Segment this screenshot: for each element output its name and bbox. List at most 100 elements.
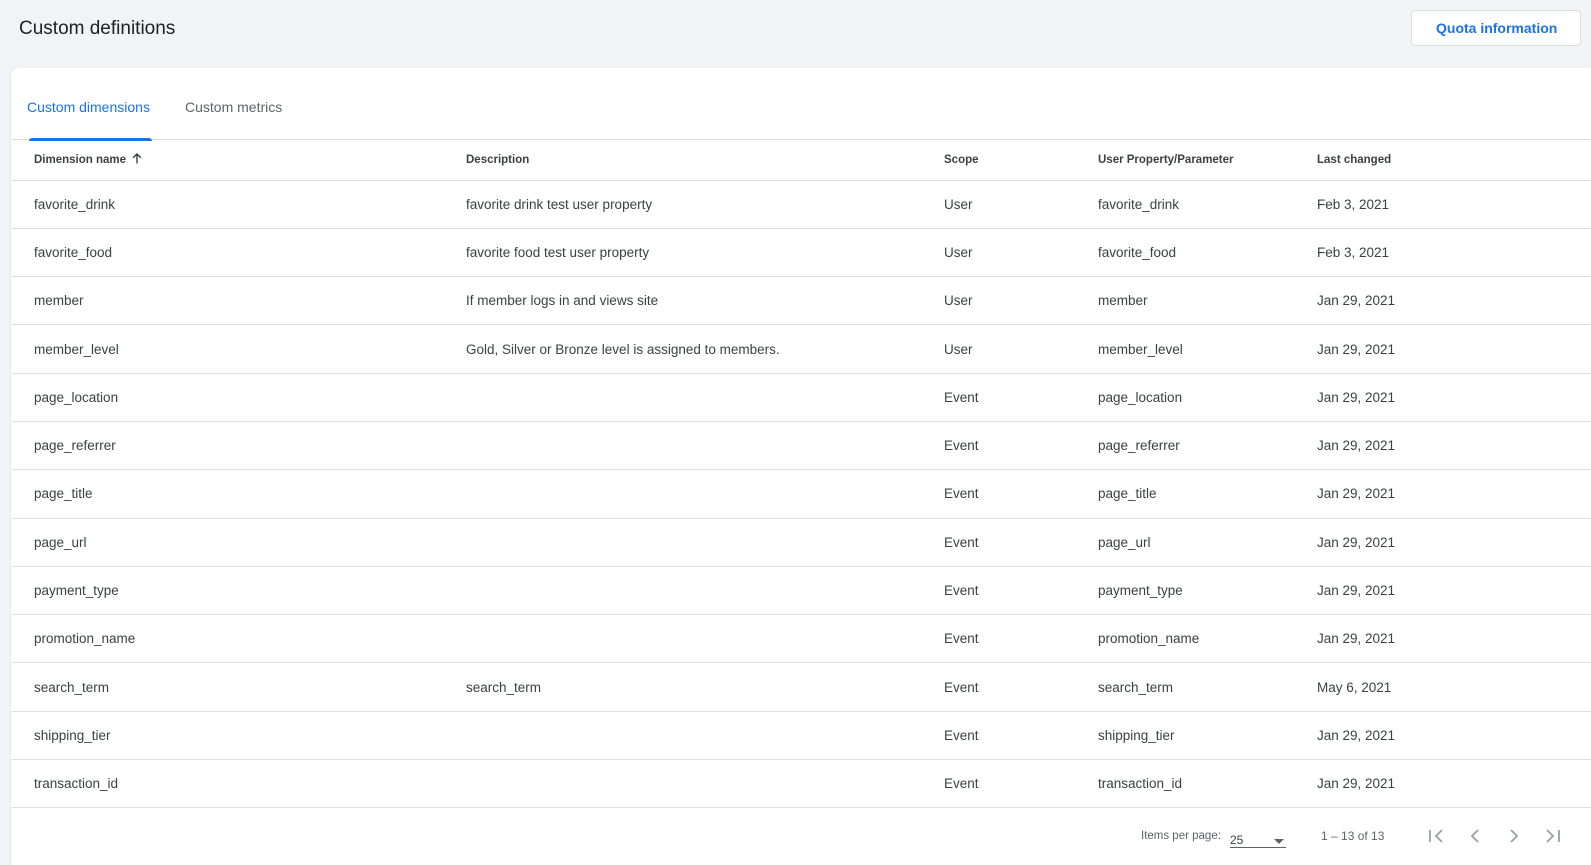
previous-page-button[interactable]: [1463, 824, 1487, 848]
user-property-cell: search_term: [1098, 662, 1317, 712]
column-header-description[interactable]: Description: [466, 140, 944, 181]
table-row[interactable]: payment_type Event payment_type Jan 29, 202…: [11, 566, 1591, 616]
description-cell: [466, 373, 944, 422]
scope-cell: User: [944, 228, 1098, 278]
description-cell: search_term: [466, 662, 944, 712]
page-title: Custom definitions: [19, 18, 176, 39]
last-changed-cell: Jan 29, 2021: [1317, 469, 1591, 519]
next-page-button[interactable]: [1502, 824, 1526, 848]
user-property-cell: transaction_id: [1098, 759, 1317, 809]
user-property-cell: member_level: [1098, 324, 1317, 374]
user-property-cell: promotion_name: [1098, 614, 1317, 664]
items-per-page-label: Items per page:: [1141, 830, 1221, 842]
scope-cell: Event: [944, 518, 1098, 567]
description-cell: favorite drink test user property: [466, 180, 944, 229]
scope-cell: Event: [944, 662, 1098, 712]
items-per-page-select[interactable]: 25: [1230, 826, 1286, 848]
last-changed-cell: Jan 29, 2021: [1317, 276, 1591, 326]
dimension-name-cell: favorite_food: [11, 228, 466, 278]
first-page-icon: [1424, 829, 1448, 851]
scope-cell: Event: [944, 711, 1098, 761]
description-cell: [466, 421, 944, 471]
tab-custom-dimensions[interactable]: Custom dimensions: [27, 68, 152, 141]
tab-custom-metrics[interactable]: Custom metrics: [185, 68, 282, 140]
description-cell: [466, 614, 944, 664]
description-cell: [466, 759, 944, 809]
column-header-scope[interactable]: Scope: [944, 140, 1098, 181]
user-property-cell: page_location: [1098, 373, 1317, 422]
column-header-last-changed[interactable]: Last changed: [1317, 140, 1591, 181]
dimensions-table: Dimension name Description Scope User Pr…: [11, 140, 1591, 809]
table-row[interactable]: page_url Event page_url Jan 29, 2021: [11, 518, 1591, 567]
dimension-name-cell: search_term: [11, 662, 466, 712]
column-header-dimension-name[interactable]: Dimension name: [11, 140, 466, 181]
quota-information-button[interactable]: Quota information: [1411, 10, 1581, 46]
column-header-label: Dimension name: [34, 153, 127, 166]
last-changed-cell: Jan 29, 2021: [1317, 566, 1591, 616]
table-row[interactable]: page_title Event page_title Jan 29, 2021: [11, 469, 1591, 519]
first-page-button[interactable]: [1424, 824, 1448, 848]
dimension-name-cell: member_level: [11, 324, 466, 374]
description-cell: If member logs in and views site: [466, 276, 944, 326]
caret-down-icon: [1274, 835, 1284, 847]
user-property-cell: favorite_drink: [1098, 180, 1317, 229]
description-cell: [466, 566, 944, 616]
last-changed-cell: Jan 29, 2021: [1317, 324, 1591, 374]
last-changed-cell: Jan 29, 2021: [1317, 759, 1591, 809]
last-page-icon: [1541, 829, 1565, 851]
user-property-cell: shipping_tier: [1098, 711, 1317, 761]
scope-cell: Event: [944, 421, 1098, 471]
scope-cell: User: [944, 276, 1098, 326]
column-header-user-property-parameter[interactable]: User Property/Parameter: [1098, 140, 1317, 181]
dimension-name-cell: payment_type: [11, 566, 466, 616]
scope-cell: Event: [944, 373, 1098, 422]
description-cell: [466, 469, 944, 519]
table-row[interactable]: shipping_tier Event shipping_tier Jan 29, 2…: [11, 711, 1591, 761]
page-range-label: 1 – 13 of 13: [1321, 829, 1385, 843]
last-changed-cell: Jan 29, 2021: [1317, 373, 1591, 422]
user-property-cell: page_referrer: [1098, 421, 1317, 471]
user-property-cell: payment_type: [1098, 566, 1317, 616]
table-row[interactable]: favorite_drink favorite drink test user p…: [11, 180, 1591, 229]
last-changed-cell: Jan 29, 2021: [1317, 711, 1591, 761]
table-row[interactable]: member If member logs in and views site Us…: [11, 276, 1591, 326]
last-changed-cell: Jan 29, 2021: [1317, 614, 1591, 664]
scope-cell: Event: [944, 759, 1098, 809]
user-property-cell: favorite_food: [1098, 228, 1317, 278]
last-changed-cell: May 6, 2021: [1317, 662, 1591, 712]
description-cell: [466, 518, 944, 567]
table-row[interactable]: page_referrer Event page_referrer Jan 29, 2…: [11, 421, 1591, 471]
chevron-right-icon: [1502, 829, 1526, 851]
table-row[interactable]: search_term search_term Event search_term Ma…: [11, 662, 1591, 712]
table-row[interactable]: page_location Event page_location Jan 29, 2…: [11, 373, 1591, 422]
dimension-name-cell: favorite_drink: [11, 180, 466, 229]
user-property-cell: page_title: [1098, 469, 1317, 519]
description-cell: [466, 711, 944, 761]
last-changed-cell: Jan 29, 2021: [1317, 518, 1591, 567]
last-changed-cell: Jan 29, 2021: [1317, 421, 1591, 471]
table-header-row: Dimension name Description Scope User Pr…: [11, 140, 1591, 181]
items-per-page-value: 25: [1230, 833, 1244, 847]
last-changed-cell: Feb 3, 2021: [1317, 180, 1591, 229]
table-row[interactable]: favorite_food favorite food test user pro…: [11, 228, 1591, 278]
dimension-name-cell: page_title: [11, 469, 466, 519]
scope-cell: Event: [944, 469, 1098, 519]
dimension-name-cell: page_referrer: [11, 421, 466, 471]
page: Custom definitions Quota information Cus…: [0, 0, 1591, 865]
table-row[interactable]: promotion_name Event promotion_name Jan 29,…: [11, 614, 1591, 664]
scope-cell: Event: [944, 614, 1098, 664]
dimension-name-cell: shipping_tier: [11, 711, 466, 761]
scope-cell: Event: [944, 566, 1098, 616]
tab-bar: Custom dimensions Custom metrics: [11, 68, 1591, 141]
user-property-cell: page_url: [1098, 518, 1317, 567]
table-row[interactable]: member_level Gold, Silver or Bronze level…: [11, 324, 1591, 374]
user-property-cell: member: [1098, 276, 1317, 326]
scope-cell: User: [944, 324, 1098, 374]
last-page-button[interactable]: [1541, 824, 1565, 848]
dimension-name-cell: transaction_id: [11, 759, 466, 809]
chevron-left-icon: [1463, 829, 1487, 851]
table-row[interactable]: transaction_id Event transaction_id Jan 29,…: [11, 759, 1591, 809]
description-cell: favorite food test user property: [466, 228, 944, 278]
custom-definitions-card: Custom dimensions Custom metrics Dimensi…: [11, 68, 1591, 865]
table-body: favorite_drink favorite drink test user p…: [11, 180, 1591, 809]
